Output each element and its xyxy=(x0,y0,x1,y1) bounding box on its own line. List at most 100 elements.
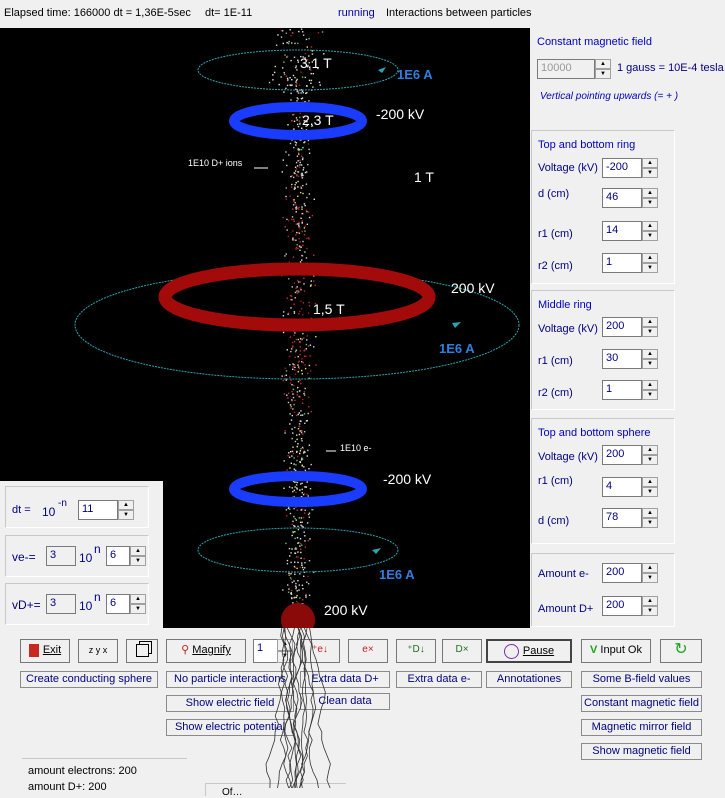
spin-up-icon[interactable]: ▲ xyxy=(642,188,658,198)
spin-down-icon[interactable]: ▼ xyxy=(642,359,658,369)
spin-up-icon[interactable]: ▲ xyxy=(130,594,146,604)
sphere-tb-d-spinner[interactable]: 78 ▲ ▼ xyxy=(602,508,658,528)
particle xyxy=(286,84,289,87)
spin-down-icon[interactable]: ▼ xyxy=(130,556,146,566)
ring-mid-r1-input[interactable]: 30 xyxy=(602,349,642,369)
add-ion-button[interactable]: ⁺D↓ xyxy=(396,639,436,663)
ring-tb-d-spinner[interactable]: 46 ▲ ▼ xyxy=(602,188,658,208)
ve-mantissa[interactable]: 3 xyxy=(46,546,76,566)
dt-input[interactable]: 11 xyxy=(78,500,118,520)
amount-e-input[interactable]: 200 xyxy=(602,563,642,583)
spin-up-icon[interactable]: ▲ xyxy=(130,546,146,556)
particle xyxy=(306,335,309,337)
spin-down-icon[interactable]: ▼ xyxy=(642,231,658,241)
vd-input[interactable]: 6 xyxy=(106,594,130,614)
particle xyxy=(303,431,306,433)
remove-ion-button[interactable]: D× xyxy=(442,639,482,663)
spin-up-icon[interactable]: ▲ xyxy=(642,253,658,263)
spin-up-icon[interactable]: ▲ xyxy=(642,477,658,487)
ring-tb-d-input[interactable]: 46 xyxy=(602,188,642,208)
sphere-voltage-label: 200 kV xyxy=(324,602,368,618)
particle xyxy=(299,123,301,125)
sphere-tb-d-input[interactable]: 78 xyxy=(602,508,642,528)
spin-down-icon[interactable]: ▼ xyxy=(642,263,658,273)
refresh-button[interactable]: ↻ xyxy=(660,639,702,663)
particle xyxy=(305,486,307,488)
magnetic-field-input[interactable]: 10000 xyxy=(537,59,595,79)
dt-spinner[interactable]: 11 ▲ ▼ xyxy=(78,500,134,520)
ring-tb-voltage-input[interactable]: -200 xyxy=(602,158,642,178)
ring-tb-r1-input[interactable]: 14 xyxy=(602,221,642,241)
particle xyxy=(302,169,304,171)
particle xyxy=(295,204,297,206)
spin-up-icon[interactable]: ▲ xyxy=(642,563,658,573)
ring-mid-voltage-input[interactable]: 200 xyxy=(602,317,642,337)
check-icon: V xyxy=(590,644,598,656)
spin-up-icon[interactable]: ▲ xyxy=(642,349,658,359)
particle xyxy=(295,414,298,417)
cube-view-button[interactable] xyxy=(126,639,158,663)
show-magnetic-field-button[interactable]: Show magnetic field xyxy=(581,743,702,760)
sphere-tb-r1-spinner[interactable]: 4 ▲ ▼ xyxy=(602,477,658,497)
particle xyxy=(291,216,294,218)
magnetic-field-spinner[interactable]: 10000 ▲ ▼ xyxy=(537,59,611,79)
spin-down-icon[interactable]: ▼ xyxy=(642,487,658,497)
spin-down-icon[interactable]: ▼ xyxy=(642,606,658,616)
particle xyxy=(287,507,290,510)
vd-mantissa[interactable]: 3 xyxy=(46,594,76,614)
spin-up-icon[interactable]: ▲ xyxy=(642,596,658,606)
amount-d-spinner[interactable]: 200 ▲ ▼ xyxy=(602,596,658,616)
ve-spinner[interactable]: 6 ▲ ▼ xyxy=(106,546,146,566)
spin-up-icon[interactable]: ▲ xyxy=(642,445,658,455)
spin-down-icon[interactable]: ▼ xyxy=(118,510,134,520)
create-sphere-button[interactable]: Create conducting sphere xyxy=(20,671,158,688)
ring-mid-voltage-spinner[interactable]: 200 ▲ ▼ xyxy=(602,317,658,337)
spin-down-icon[interactable]: ▼ xyxy=(642,455,658,465)
ve-input[interactable]: 6 xyxy=(106,546,130,566)
axes-button[interactable]: z y x xyxy=(78,639,118,663)
spin-down-icon[interactable]: ▼ xyxy=(642,518,658,528)
spin-down-icon[interactable]: ▼ xyxy=(642,390,658,400)
sphere-tb-panel: Top and bottom sphere Voltage (kV) 200 ▲… xyxy=(531,418,675,544)
spin-down-icon[interactable]: ▼ xyxy=(642,573,658,583)
spin-down-icon[interactable]: ▼ xyxy=(642,198,658,208)
annotations-button[interactable]: Annotationes xyxy=(486,671,572,688)
particle xyxy=(297,59,299,61)
some-b-values-button[interactable]: Some B-field values xyxy=(581,671,702,688)
spin-up-icon[interactable]: ▲ xyxy=(642,221,658,231)
ring-tb-voltage-spinner[interactable]: -200 ▲ ▼ xyxy=(602,158,658,178)
sphere-tb-r1-input[interactable]: 4 xyxy=(602,477,642,497)
extra-data-e-button[interactable]: Extra data e- xyxy=(396,671,482,688)
ring-mid-r2-spinner[interactable]: 1 ▲ ▼ xyxy=(602,380,658,400)
vd-spinner[interactable]: 6 ▲ ▼ xyxy=(106,594,146,614)
spin-up-icon[interactable]: ▲ xyxy=(642,158,658,168)
ring-tb-r2-input[interactable]: 1 xyxy=(602,253,642,273)
particle xyxy=(300,448,302,450)
spin-up-icon[interactable]: ▲ xyxy=(642,380,658,390)
spin-down-icon[interactable]: ▼ xyxy=(642,327,658,337)
spin-down-icon[interactable]: ▼ xyxy=(642,168,658,178)
spin-up-icon[interactable]: ▲ xyxy=(642,317,658,327)
particle xyxy=(302,332,304,335)
amount-d-input[interactable]: 200 xyxy=(602,596,642,616)
sphere-tb-voltage-input[interactable]: 200 xyxy=(602,445,642,465)
ring-mid-r1-spinner[interactable]: 30 ▲ ▼ xyxy=(602,349,658,369)
input-ok-button[interactable]: V Input Ok xyxy=(581,639,651,663)
constant-field-button[interactable]: Constant magnetic field xyxy=(581,695,702,712)
sphere-tb-voltage-spinner[interactable]: 200 ▲ ▼ xyxy=(602,445,658,465)
particle xyxy=(274,65,276,68)
spin-down-icon[interactable]: ▼ xyxy=(595,69,611,79)
ring-mid-r2-input[interactable]: 1 xyxy=(602,380,642,400)
particle xyxy=(286,55,289,57)
exit-button[interactable]: Exit xyxy=(20,639,70,663)
magnetic-mirror-button[interactable]: Magnetic mirror field xyxy=(581,719,702,736)
spin-up-icon[interactable]: ▲ xyxy=(595,59,611,69)
magnify-button[interactable]: ⚲ Magnify xyxy=(166,639,246,663)
spin-up-icon[interactable]: ▲ xyxy=(118,500,134,510)
pause-button[interactable]: Pause xyxy=(486,639,572,663)
spin-up-icon[interactable]: ▲ xyxy=(642,508,658,518)
amount-e-spinner[interactable]: 200 ▲ ▼ xyxy=(602,563,658,583)
spin-down-icon[interactable]: ▼ xyxy=(130,604,146,614)
ring-tb-r2-spinner[interactable]: 1 ▲ ▼ xyxy=(602,253,658,273)
ring-tb-r1-spinner[interactable]: 14 ▲ ▼ xyxy=(602,221,658,241)
